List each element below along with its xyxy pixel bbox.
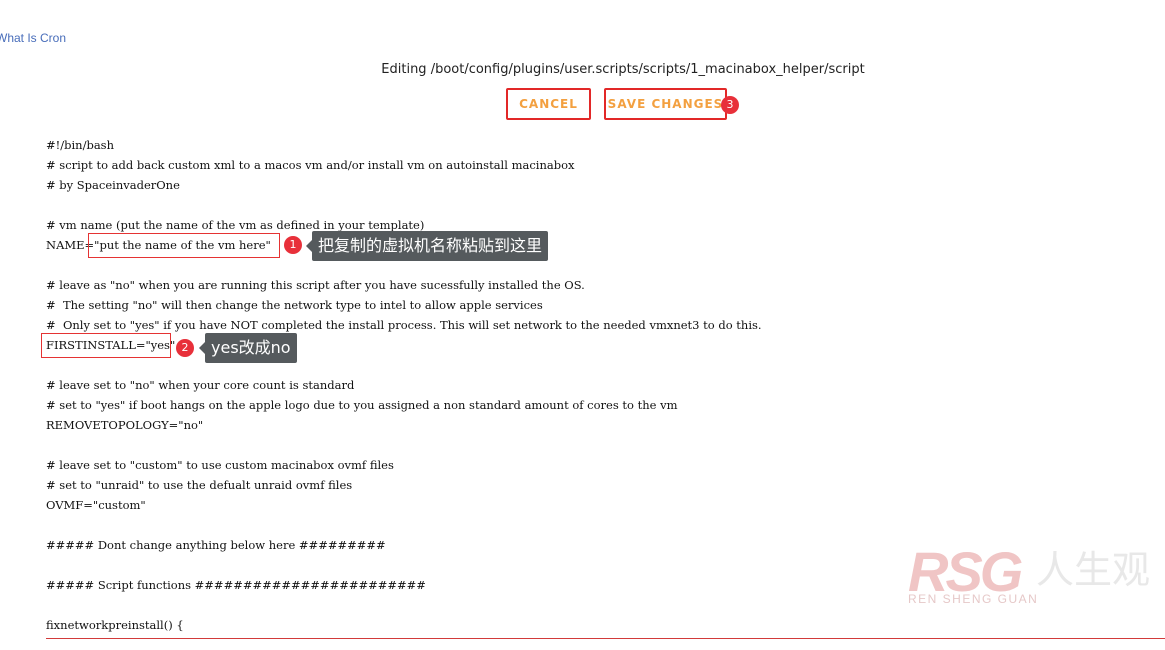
code-line: # The setting "no" will then change the … [46,298,543,312]
code-line: # set to "yes" if boot hangs on the appl… [46,398,678,412]
code-line: # by SpaceinvaderOne [46,178,180,192]
code-line: REMOVETOPOLOGY="no" [46,418,204,432]
step-badge-2: 2 [176,339,194,357]
code-line: ##### Script functions #################… [46,578,426,592]
tooltip-paste-vm-name: 把复制的虚拟机名称粘贴到这里 [305,231,549,261]
code-line: #!/bin/bash [46,138,114,152]
watermark-chinese-text: 人生观 [1036,548,1151,592]
code-line: # set to "unraid" to use the defualt unr… [46,478,353,492]
code-line: OVMF="custom" [46,498,146,512]
code-line: # leave as "no" when you are running thi… [46,278,585,292]
code-line: ##### Dont change anything below here ##… [46,538,386,552]
save-changes-button[interactable]: SAVE CHANGES [604,88,727,120]
code-line: fixnetworkpreinstall() { [46,618,184,632]
editor-bottom-divider [46,638,1165,639]
code-line: # leave set to "no" when your core count… [46,378,355,392]
highlight-firstinstall [41,333,171,358]
editing-title: Editing /boot/config/plugins/user.script… [381,62,865,77]
code-line: # script to add back custom xml to a mac… [46,158,575,172]
cancel-button[interactable]: CANCEL [506,88,591,120]
code-line: # leave set to "custom" to use custom ma… [46,458,394,472]
tooltip-change-yes-to-no: yes改成no [199,333,297,363]
highlight-name-value [88,233,280,258]
watermark-english-text: REN SHENG GUAN [908,592,1039,606]
step-badge-1: 1 [284,236,302,254]
rsg-watermark-logo: RSG 人生观 REN SHENG GUAN [908,542,1165,610]
what-is-cron-link[interactable]: What Is Cron [0,31,66,45]
code-line: # Only set to "yes" if you have NOT comp… [46,318,762,332]
step-badge-3: 3 [721,96,739,114]
